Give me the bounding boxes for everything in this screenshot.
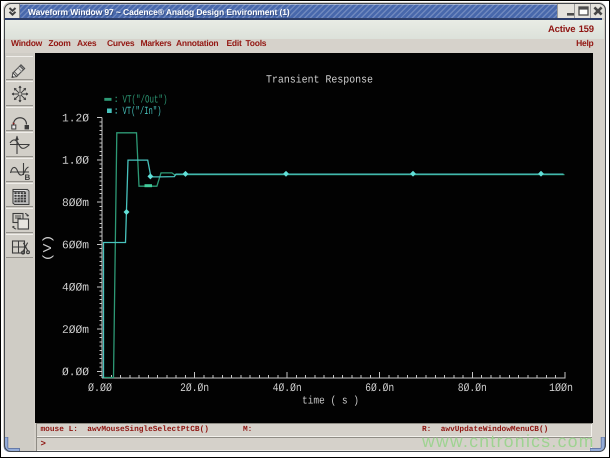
svg-text:B: B <box>25 173 31 181</box>
